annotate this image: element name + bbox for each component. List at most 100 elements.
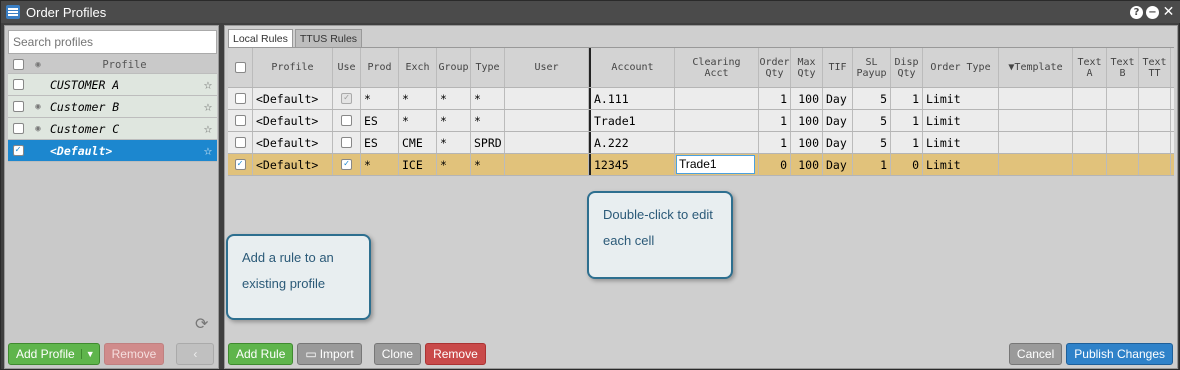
cell-order-qty[interactable]: 1 — [759, 88, 791, 109]
cell-template[interactable] — [999, 132, 1073, 153]
use-checkbox[interactable]: ✓ — [341, 159, 352, 170]
rule-row[interactable]: <Default> ES * * * Trade1 1 100 Day 5 1 Limit — [228, 110, 1174, 132]
cell-order-type[interactable]: Limit — [923, 88, 999, 109]
star-icon[interactable]: ☆ — [199, 121, 217, 137]
column-header[interactable]: Profile — [253, 48, 333, 87]
remove-profile-button[interactable]: Remove — [103, 343, 165, 365]
profile-row[interactable]: ◉ Customer C ☆ — [8, 118, 217, 140]
cell-type[interactable]: * — [471, 110, 505, 131]
cell-exch[interactable]: CME — [399, 132, 437, 153]
cell-account[interactable]: A.111 — [589, 88, 675, 109]
cell-clearing[interactable] — [675, 88, 759, 109]
import-button[interactable]: ▭ Import — [297, 343, 362, 365]
cell-text-a[interactable] — [1073, 88, 1107, 109]
column-header[interactable]: Text A — [1073, 48, 1107, 87]
use-checkbox[interactable] — [341, 137, 352, 148]
publish-changes-button[interactable]: Publish Changes — [1066, 343, 1173, 365]
select-all-rules-checkbox[interactable] — [234, 62, 246, 73]
cell-clearing[interactable] — [675, 132, 759, 153]
add-rule-button[interactable]: Add Rule — [228, 343, 294, 365]
close-icon[interactable]: ✕ — [1162, 4, 1175, 20]
rule-row[interactable]: ✓ <Default> ✓ * ICE * * 12345 Trade1 0 100 Day 1 0 Lim… — [228, 154, 1174, 176]
cell-max-qty[interactable]: 100 — [791, 110, 823, 131]
refresh-icon[interactable]: ⟳ — [195, 314, 208, 334]
cell-text-b[interactable] — [1107, 154, 1139, 175]
cell-disp-qty[interactable]: 0 — [891, 154, 923, 175]
cell-account[interactable]: 12345 — [589, 154, 675, 175]
row-checkbox[interactable] — [234, 137, 246, 148]
profile-checkbox[interactable] — [12, 79, 24, 90]
row-checkbox[interactable] — [234, 115, 246, 126]
cell-prod[interactable]: ES — [361, 110, 399, 131]
cell-exch[interactable]: * — [399, 110, 437, 131]
help-icon[interactable]: ? — [1130, 5, 1143, 19]
cell-user[interactable] — [505, 132, 589, 153]
profile-row[interactable]: ✓ <Default> ☆ — [8, 140, 217, 162]
cell-order-type[interactable]: Limit — [923, 154, 999, 175]
cell-sl-payup[interactable]: 1 — [853, 154, 891, 175]
column-header[interactable]: Max Qty — [791, 48, 823, 87]
use-checkbox[interactable] — [341, 115, 352, 126]
cell-user[interactable] — [505, 154, 589, 175]
cell-type[interactable]: SPRD — [471, 132, 505, 153]
cell-order-qty[interactable]: 1 — [759, 110, 791, 131]
cell-exch[interactable]: * — [399, 88, 437, 109]
cell-text-tt[interactable] — [1139, 154, 1171, 175]
cell-tif[interactable]: Day — [823, 88, 853, 109]
cell-type[interactable]: * — [471, 88, 505, 109]
cell-sl-payup[interactable]: 5 — [853, 132, 891, 153]
column-header[interactable]: Disp Qty — [891, 48, 923, 87]
cell-account[interactable]: A.222 — [589, 132, 675, 153]
cell-sl-payup[interactable]: 5 — [853, 110, 891, 131]
column-header[interactable]: Clearing Acct — [675, 48, 759, 87]
cell-group[interactable]: * — [437, 132, 471, 153]
row-checkbox[interactable] — [234, 93, 246, 104]
profile-row[interactable]: ◉ Customer B ☆ — [8, 96, 217, 118]
cell-exch[interactable]: ICE — [399, 154, 437, 175]
cell-group[interactable]: * — [437, 154, 471, 175]
column-header[interactable]: Order Qty — [759, 48, 791, 87]
cell-tif[interactable]: Day — [823, 154, 853, 175]
column-header[interactable]: SL Payup — [853, 48, 891, 87]
cell-disp-qty[interactable]: 1 — [891, 132, 923, 153]
column-header[interactable]: Order Type — [923, 48, 999, 87]
cell-template[interactable] — [999, 154, 1073, 175]
column-header[interactable]: Type — [471, 48, 505, 87]
cell-text-a[interactable] — [1073, 132, 1107, 153]
cell-text-a[interactable] — [1073, 110, 1107, 131]
column-header[interactable]: Prod — [361, 48, 399, 87]
cell-user[interactable] — [505, 110, 589, 131]
remove-rule-button[interactable]: Remove — [425, 343, 486, 365]
column-header[interactable]: ▼Template — [999, 48, 1073, 87]
cell-clearing[interactable] — [675, 110, 759, 131]
cell-order-type[interactable]: Limit — [923, 132, 999, 153]
cell-template[interactable] — [999, 88, 1073, 109]
clearing-acct-edit-input[interactable]: Trade1 — [676, 155, 755, 174]
column-header[interactable]: Text B — [1107, 48, 1139, 87]
cell-group[interactable]: * — [437, 110, 471, 131]
cell-prod[interactable]: * — [361, 88, 399, 109]
cell-text-tt[interactable] — [1139, 88, 1171, 109]
search-profiles-input[interactable] — [8, 30, 217, 54]
rule-row[interactable]: <Default> ✓ * * * * A.111 1 100 Day 5 1 Limit — [228, 88, 1174, 110]
star-icon[interactable]: ☆ — [199, 143, 217, 159]
column-header[interactable]: User — [505, 48, 589, 87]
add-profile-dropdown-icon[interactable]: ▼ — [80, 349, 95, 359]
minimize-icon[interactable]: − — [1146, 5, 1159, 19]
star-icon[interactable]: ☆ — [199, 77, 217, 93]
column-header[interactable]: TIF — [823, 48, 853, 87]
cell-max-qty[interactable]: 100 — [791, 88, 823, 109]
add-profile-button[interactable]: Add Profile ▼ — [8, 343, 100, 365]
cell-sl-payup[interactable]: 5 — [853, 88, 891, 109]
cell-order-qty[interactable]: 1 — [759, 132, 791, 153]
cell-profile[interactable]: <Default> — [253, 110, 333, 131]
column-header[interactable]: Account — [589, 48, 675, 87]
cell-disp-qty[interactable]: 1 — [891, 110, 923, 131]
cancel-button[interactable]: Cancel — [1008, 343, 1063, 365]
cell-group[interactable]: * — [437, 88, 471, 109]
column-header[interactable]: Text TT — [1139, 48, 1171, 87]
row-checkbox[interactable]: ✓ — [234, 159, 246, 170]
column-header[interactable]: Group — [437, 48, 471, 87]
cell-tif[interactable]: Day — [823, 132, 853, 153]
cell-order-type[interactable]: Limit — [923, 110, 999, 131]
